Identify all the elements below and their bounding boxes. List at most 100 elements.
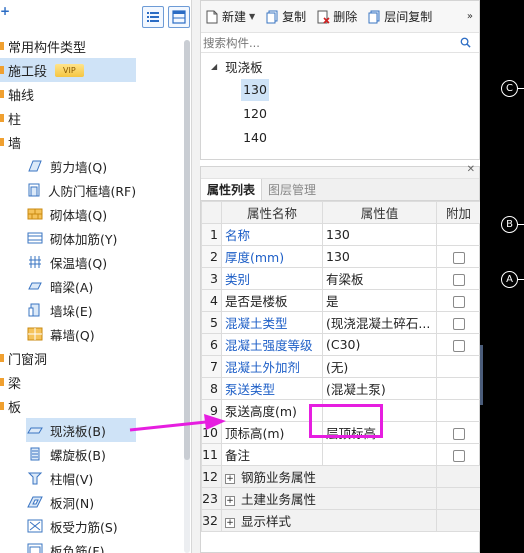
toolbar-overflow-icon[interactable]: »: [467, 11, 473, 22]
property-group-row[interactable]: 12 + 钢筋业务属性: [201, 465, 481, 488]
tree-item-label: 幕墙(Q): [50, 327, 95, 343]
property-row[interactable]: 3 类别 有梁板: [201, 267, 481, 290]
tree-item-hidden-beam[interactable]: 暗梁(A): [26, 274, 136, 298]
floor-copy-button[interactable]: 层间复制: [367, 8, 432, 25]
axis-marker-b[interactable]: B: [501, 216, 518, 233]
attach-checkbox[interactable]: [452, 251, 465, 264]
tree-node-axis[interactable]: 轴线: [0, 82, 34, 106]
property-row[interactable]: 2 厚度(mm) 130: [201, 245, 481, 268]
property-name: 泵送高度(m): [221, 399, 323, 422]
delete-button-label: 删除: [333, 10, 358, 24]
tree-item-label: 板负筋(F): [50, 543, 105, 553]
close-icon[interactable]: ✕: [467, 164, 475, 175]
property-row[interactable]: 7 混凝土外加剂 (无): [201, 355, 481, 378]
tree-item-label: 保温墙(Q): [50, 255, 108, 271]
property-row[interactable]: 6 混凝土强度等级 (C30): [201, 333, 481, 356]
property-value[interactable]: (C30): [322, 333, 437, 356]
tree-item-slab-negative-rebar[interactable]: 板负筋(F): [26, 538, 136, 553]
expand-icon[interactable]: +: [225, 495, 235, 506]
property-table: 属性名称 属性值 附加 1 名称 130 2 厚度(mm) 130 3 类别 有梁板 4 是否是楼板…: [201, 201, 481, 532]
tree-item-label: 现浇板(B): [50, 423, 106, 439]
expand-icon[interactable]: +: [225, 473, 235, 484]
table-icon: [172, 10, 186, 24]
tree-node-beam[interactable]: 梁: [0, 370, 21, 394]
tree-item-masonry-wall[interactable]: 砌体墙(Q): [26, 202, 136, 226]
tree-item-shear-wall[interactable]: 剪力墙(Q): [26, 154, 136, 178]
tree-node-slab[interactable]: 板: [0, 394, 21, 418]
tree-item-insulation-wall[interactable]: 保温墙(Q): [26, 250, 136, 274]
collapse-triangle-icon[interactable]: ◢: [211, 62, 217, 71]
tree-item-column-cap[interactable]: 柱帽(V): [26, 466, 136, 490]
attach-checkbox[interactable]: [452, 273, 465, 286]
tree-node-column[interactable]: 柱: [0, 106, 21, 130]
property-value[interactable]: (现浇混凝土碎石...: [322, 311, 437, 334]
component-category[interactable]: ◢ 现浇板: [211, 57, 263, 76]
new-button[interactable]: 新建 ▼: [205, 8, 255, 25]
property-row[interactable]: 11 备注: [201, 443, 481, 466]
component-item-140[interactable]: 140: [241, 127, 269, 149]
property-name: 厚度(mm): [221, 245, 323, 268]
tree-scrollbar-thumb[interactable]: [184, 40, 190, 460]
property-group-row[interactable]: 32 + 显示样式: [201, 509, 481, 532]
tree-item-slab-stress-rebar[interactable]: 板受力筋(S): [26, 514, 136, 538]
delete-button[interactable]: 删除: [316, 8, 357, 25]
component-item-120[interactable]: 120: [241, 103, 269, 125]
search-icon[interactable]: [460, 37, 471, 48]
property-value[interactable]: 130: [322, 223, 437, 246]
tab-property-list[interactable]: 属性列表: [201, 179, 263, 200]
tree-item-spiral-slab[interactable]: 螺旋板(B): [26, 442, 136, 466]
panel-splitter[interactable]: [192, 0, 200, 553]
tree-item-label: 螺旋板(B): [50, 447, 106, 463]
expand-all-icon[interactable]: +: [0, 4, 10, 18]
property-value[interactable]: (无): [322, 355, 437, 378]
tree-item-curtain-wall[interactable]: 幕墙(Q): [26, 322, 136, 346]
axis-marker-a[interactable]: A: [501, 271, 518, 288]
attach-checkbox[interactable]: [452, 339, 465, 352]
grid-view-button[interactable]: [168, 6, 190, 28]
tree-node-label: 柱: [8, 112, 22, 128]
attach-checkbox[interactable]: [452, 317, 465, 330]
list-icon: [147, 12, 159, 22]
tree-item-wall-pier[interactable]: 墙垛(E): [26, 298, 136, 322]
header-index: [201, 201, 222, 224]
property-name: 名称: [221, 223, 323, 246]
property-value[interactable]: [322, 443, 437, 466]
axis-line-b: [518, 224, 524, 225]
attach-checkbox[interactable]: [452, 427, 465, 440]
attach-checkbox[interactable]: [452, 449, 465, 462]
property-row[interactable]: 1 名称 130: [201, 223, 481, 246]
floor-copy-icon: [368, 10, 380, 23]
tab-layer-management[interactable]: 图层管理: [262, 179, 322, 200]
property-value[interactable]: 有梁板: [322, 267, 437, 290]
tree-node-door-window[interactable]: 门窗洞: [0, 346, 47, 370]
attach-checkbox[interactable]: [452, 295, 465, 308]
expand-icon[interactable]: +: [225, 517, 235, 528]
tree-item-masonry-reinforcement[interactable]: 砌体加筋(Y): [26, 226, 136, 250]
property-row[interactable]: 5 混凝土类型 (现浇混凝土碎石...: [201, 311, 481, 334]
tree-item-civil-defense-wall[interactable]: 人防门框墙(RF): [26, 178, 136, 202]
property-panel-header: ✕: [201, 164, 479, 179]
property-name: 混凝土强度等级: [221, 333, 323, 356]
list-view-button[interactable]: [142, 6, 164, 28]
tree-node-common-types[interactable]: 常用构件类型: [0, 34, 86, 58]
header-property-name: 属性名称: [221, 201, 323, 224]
attach-cell: [436, 509, 481, 532]
property-group-row[interactable]: 23 + 土建业务属性: [201, 487, 481, 510]
axis-line-c: [518, 88, 524, 89]
property-value[interactable]: 是: [322, 289, 437, 312]
tree-node-construction-section[interactable]: 施工段 VIP: [0, 58, 136, 82]
property-value[interactable]: 130: [322, 245, 437, 268]
property-value[interactable]: (混凝土泵): [322, 377, 437, 400]
chevron-down-icon[interactable]: ▼: [249, 12, 255, 21]
copy-button[interactable]: 复制: [265, 8, 306, 25]
canvas-splitter[interactable]: [480, 345, 483, 405]
tree-item-cast-slab[interactable]: 现浇板(B): [26, 418, 136, 442]
tree-item-label: 柱帽(V): [50, 471, 94, 487]
component-search-input[interactable]: [203, 35, 453, 50]
tree-node-wall[interactable]: 墙: [0, 130, 21, 154]
property-row[interactable]: 4 是否是楼板是: [201, 289, 481, 312]
component-item-130[interactable]: 130: [241, 79, 269, 101]
axis-marker-c[interactable]: C: [501, 80, 518, 97]
property-row[interactable]: 8 泵送类型 (混凝土泵): [201, 377, 481, 400]
tree-item-slab-hole[interactable]: 板洞(N): [26, 490, 136, 514]
